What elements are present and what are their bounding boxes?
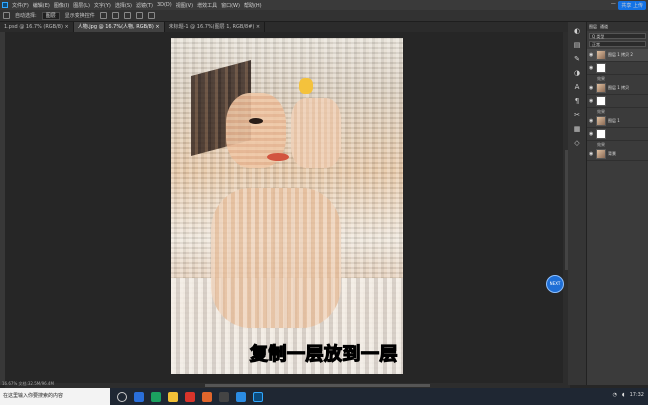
clock[interactable]: 17:32	[630, 392, 644, 398]
task-view-icon[interactable]	[117, 391, 127, 402]
wechat-icon[interactable]	[151, 391, 161, 402]
menu-edit[interactable]: 编辑(E)	[33, 2, 50, 9]
menu-bar: 文件(F) 编辑(E) 图像(I) 图层(L) 文字(Y) 选择(S) 滤镜(T…	[0, 0, 648, 10]
photoshop-logo-icon[interactable]	[2, 2, 8, 8]
menu-file[interactable]: 文件(F)	[12, 2, 29, 9]
layer-row[interactable]: ◉	[587, 62, 648, 75]
panel-icon-strip: ◐ ▤ ✎ ◑ A ¶ ✂ ▦ ◇	[568, 22, 586, 385]
layer-thumbnail	[596, 116, 606, 126]
visibility-eye-icon[interactable]: ◉	[589, 98, 594, 104]
menu-select[interactable]: 选择(S)	[115, 2, 132, 9]
layer-effects-label[interactable]: 效果	[587, 141, 648, 148]
smart-filter-mask-thumbnail	[596, 63, 606, 73]
align-left-icon[interactable]	[99, 12, 107, 19]
eye-region	[249, 118, 263, 124]
properties-icon[interactable]: ▤	[573, 42, 582, 49]
layer-effects-label[interactable]: 效果	[587, 108, 648, 115]
visibility-eye-icon[interactable]: ◉	[589, 131, 594, 137]
paragraph-icon[interactable]: ¶	[573, 98, 582, 105]
app-icon[interactable]	[219, 391, 229, 402]
tab-document-2[interactable]: 人物.jpg @ 16.7%(人物, RGB/8) ×	[73, 22, 165, 32]
menu-layer[interactable]: 图层(L)	[73, 2, 90, 9]
layer-name[interactable]: 图层 1	[608, 118, 620, 124]
layers-panel: 图层 通道 Q 类型 正常 ◉ 图层 1 拷贝 2 ◉ 效果 ◉ 图层 1 拷贝…	[586, 22, 648, 385]
layers-panel-tabs: 图层 通道	[587, 22, 648, 31]
edge-browser-icon[interactable]	[134, 391, 144, 402]
options-bar: 自动选择: 图层 显示变换控件	[0, 10, 648, 22]
hand-region	[291, 98, 341, 168]
floating-assistant-button[interactable]: NEXT	[546, 275, 564, 293]
visibility-eye-icon[interactable]: ◉	[589, 151, 594, 157]
layer-effects-label[interactable]: 效果	[587, 75, 648, 82]
layer-name[interactable]: 图层 1 拷贝 2	[608, 52, 633, 58]
align-center-icon[interactable]	[111, 12, 119, 19]
volume-icon[interactable]: ◖	[622, 392, 625, 398]
flower-hairpin	[299, 78, 313, 94]
move-tool-icon[interactable]	[3, 12, 10, 19]
swatches-icon[interactable]: ▦	[573, 126, 582, 133]
photoshop-taskbar-icon[interactable]	[253, 391, 263, 402]
layer-thumbnail	[596, 50, 606, 60]
document-image[interactable]: 复制一层放到一层	[171, 38, 403, 374]
layer-filter-input[interactable]: Q 类型	[589, 33, 646, 39]
history-icon[interactable]: ◐	[573, 28, 582, 35]
windows-taskbar: 在这里输入你要搜索的内容 ◔ ◖ 17:32	[0, 388, 648, 405]
layer-row[interactable]: ◉	[587, 128, 648, 141]
layer-name[interactable]: 图层 1 拷贝	[608, 85, 629, 91]
layer-name[interactable]: 背景	[608, 151, 616, 157]
tab-layers[interactable]: 图层	[589, 24, 597, 30]
auto-select-label[interactable]: 自动选择:	[15, 12, 37, 19]
smart-filter-mask-thumbnail	[596, 129, 606, 139]
visibility-eye-icon[interactable]: ◉	[589, 65, 594, 71]
system-tray: ◔ ◖ 17:32	[613, 392, 644, 398]
video-caption: 复制一层放到一层	[249, 343, 398, 365]
blend-mode-select[interactable]: 正常	[589, 41, 646, 47]
torso-region	[211, 188, 341, 328]
adjustments-icon[interactable]: ◑	[573, 70, 582, 77]
distribute-icon[interactable]	[135, 12, 143, 19]
menu-help[interactable]: 帮助(H)	[244, 2, 262, 9]
wps-icon[interactable]	[185, 391, 195, 402]
menu-plugins[interactable]: 增效工具	[197, 2, 217, 9]
tools-icon[interactable]: ✂	[573, 112, 582, 119]
layer-row[interactable]: ◉ 图层 1 拷贝 2	[587, 49, 648, 62]
align-right-icon[interactable]	[123, 12, 131, 19]
horizontal-scrollbar-thumb[interactable]	[205, 384, 430, 387]
lips-region	[267, 153, 289, 161]
menu-image[interactable]: 图像(I)	[54, 2, 69, 9]
status-bar: 16.67% 文档:32.5M/96.4M	[2, 381, 54, 386]
tab-document-3[interactable]: 未标题-1 @ 16.7%(图层 1, RGB/8#) ×	[164, 22, 266, 32]
layer-thumbnail	[596, 149, 606, 159]
menu-type[interactable]: 文字(Y)	[94, 2, 111, 9]
menu-filter[interactable]: 滤镜(T)	[136, 2, 153, 9]
3d-mode-icon[interactable]	[147, 12, 155, 19]
brush-icon[interactable]: ✎	[573, 56, 582, 63]
target-select[interactable]: 图层	[41, 11, 60, 20]
taskbar-search-box[interactable]: 在这里输入你要搜索的内容	[0, 388, 110, 405]
type-icon[interactable]: A	[573, 84, 582, 91]
network-icon[interactable]: ◔	[613, 392, 617, 398]
document-tab-bar: 1.psd @ 16.7% (RGB/8) × 人物.jpg @ 16.7%(人…	[0, 22, 570, 32]
transform-controls-checkbox[interactable]: 显示变换控件	[65, 12, 95, 19]
menu-3d[interactable]: 3D(D)	[157, 2, 172, 8]
menu-view[interactable]: 视图(V)	[176, 2, 193, 9]
smart-filter-mask-thumbnail	[596, 96, 606, 106]
visibility-eye-icon[interactable]: ◉	[589, 118, 594, 124]
app-icon-2[interactable]	[236, 391, 246, 402]
visibility-eye-icon[interactable]: ◉	[589, 85, 594, 91]
shapes-icon[interactable]: ◇	[573, 140, 582, 147]
menu-window[interactable]: 窗口(W)	[221, 2, 240, 9]
tab-document-1[interactable]: 1.psd @ 16.7% (RGB/8) ×	[0, 22, 74, 32]
layer-row[interactable]: ◉ 图层 1 拷贝	[587, 82, 648, 95]
office-icon[interactable]	[202, 391, 212, 402]
file-explorer-icon[interactable]	[168, 391, 178, 402]
share-button[interactable]: 共享 上传	[618, 1, 646, 10]
tab-channels[interactable]: 通道	[600, 24, 608, 30]
visibility-eye-icon[interactable]: ◉	[589, 52, 594, 58]
layer-row[interactable]: ◉	[587, 95, 648, 108]
layer-row[interactable]: ◉ 背景	[587, 148, 648, 161]
layer-row[interactable]: ◉ 图层 1	[587, 115, 648, 128]
layer-thumbnail	[596, 83, 606, 93]
